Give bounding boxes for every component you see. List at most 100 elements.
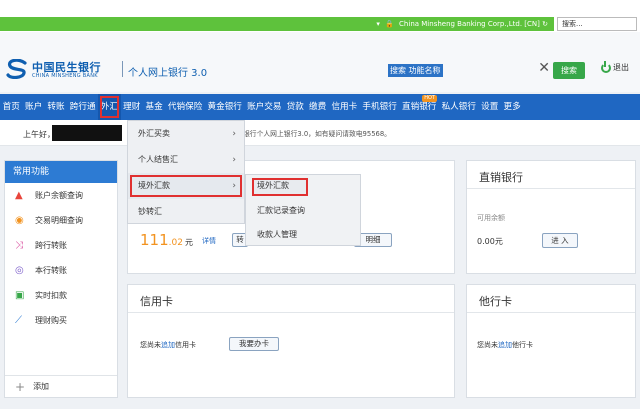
product-name: 个人网上银行 3.0 — [128, 68, 208, 79]
minsheng-logo-icon — [6, 59, 27, 79]
nav-item-6[interactable]: 基金 — [143, 94, 165, 120]
nav-item-10[interactable]: 贷款 — [284, 94, 306, 120]
balance-value: 0.00元 — [477, 237, 503, 246]
nav-item-label: 直销银行 — [402, 102, 437, 112]
sidebar-item-label: 账户余额查询 — [35, 191, 83, 200]
dropdown-item-1[interactable]: 个人结售汇 › — [128, 147, 244, 173]
cross-bank-transfer-icon: ⤨ — [15, 240, 23, 251]
address-text: China Minsheng Banking Corp.,Ltd. [CN] — [399, 20, 540, 28]
nav-item-4[interactable]: 外汇 — [98, 94, 121, 120]
nav-item-label: 信用卡 — [331, 102, 358, 112]
sidebar-item-3[interactable]: ◎ 本行转账 — [5, 258, 117, 283]
nav-item-label: 转账 — [47, 102, 65, 112]
amount-dec: .02 — [168, 238, 183, 248]
chevron-right-icon: › — [232, 129, 236, 139]
logo-divider — [122, 61, 123, 77]
nav-item-17[interactable]: 更多 — [501, 94, 523, 120]
detail-link[interactable]: 详情 — [202, 236, 216, 246]
close-icon[interactable]: ✕ — [538, 60, 550, 76]
reload-icon[interactable]: ↻ — [542, 20, 548, 28]
search-input[interactable]: 搜索 功能名称 ✕ — [386, 60, 550, 79]
dropdown-item-label: 外汇买卖 — [138, 129, 170, 138]
nav-item-7[interactable]: 代销保险 — [165, 94, 205, 120]
text-prefix: 您尚未 — [477, 341, 498, 349]
nav-item-3[interactable]: 跨行通 — [67, 94, 98, 120]
apply-card-button[interactable]: 我要办卡 — [229, 337, 279, 351]
browser-search-input[interactable]: 搜索... — [557, 17, 637, 31]
sidebar-item-5[interactable]: ⟋ 理财购买 — [5, 308, 117, 333]
overseas-remit-submenu: 境外汇款汇款记录查询 收款人管理 — [245, 174, 361, 246]
site-header: 中国民生银行 CHINA MINSHENG BANK 个人网上银行 3.0 搜索… — [0, 32, 640, 92]
nav-item-0[interactable]: 首页 — [0, 94, 22, 120]
other-bank-title: 他行卡 — [479, 295, 512, 308]
plus-icon: + — [15, 379, 26, 394]
nav-item-label: 代销保险 — [167, 102, 203, 112]
forex-dropdown-menu: 外汇买卖 › 个人结售汇 › 境外汇款 › 钞转汇 — [127, 120, 245, 224]
submenu-item-2[interactable]: 收款人管理 — [246, 223, 360, 247]
address-bar[interactable]: ▾ 🔒 China Minsheng Banking Corp.,Ltd. [C… — [0, 17, 554, 31]
browser-chrome: ▾ 🔒 China Minsheng Banking Corp.,Ltd. [C… — [0, 0, 640, 32]
greeting-text: 上午好， — [23, 130, 55, 139]
nav-item-11[interactable]: 缴费 — [306, 94, 328, 120]
add-other-card-link[interactable]: 追加 — [498, 341, 512, 349]
realtime-debit-icon: ▣ — [15, 290, 25, 301]
nav-item-label: 基金 — [145, 102, 163, 112]
add-credit-card-link[interactable]: 追加 — [161, 341, 175, 349]
other-bank-panel: 他行卡 您尚未追加他行卡 — [466, 284, 636, 398]
sidebar-item-4[interactable]: ▣ 实时扣款 — [5, 283, 117, 308]
dropdown-item-3[interactable]: 钞转汇 — [128, 199, 244, 225]
dropdown-item-2[interactable]: 境外汇款 › — [128, 173, 244, 199]
nav-item-15[interactable]: 私人银行 — [439, 94, 479, 120]
amount-unit: 元 — [184, 238, 193, 247]
main-nav: 首页 账户 转账 跨行通 外汇 理财 基金 代销保险 黄金银行 账户交易 贷款 缴费 信用卡 手机银行 直销… — [0, 94, 640, 120]
nav-item-14[interactable]: 直销银行 HOT — [399, 94, 439, 120]
nav-item-label: 更多 — [503, 102, 521, 112]
nav-item-label: 首页 — [2, 102, 20, 112]
text-prefix: 您尚未 — [140, 341, 161, 349]
nav-item-label: 黄金银行 — [207, 102, 242, 112]
nav-item-13[interactable]: 手机银行 — [360, 94, 400, 120]
dropdown-arrow-icon[interactable]: ▾ — [376, 20, 380, 28]
other-bank-text: 您尚未追加他行卡 — [477, 340, 533, 350]
nav-item-16[interactable]: 设置 — [479, 94, 501, 120]
dropdown-item-label: 个人结售汇 — [138, 155, 178, 164]
sidebar-item-0[interactable]: ▲ 账户余额查询 — [5, 183, 117, 208]
lock-icon: 🔒 — [385, 20, 394, 28]
submenu-item-0[interactable]: 境外汇款 — [252, 178, 308, 196]
nav-item-5[interactable]: 理财 — [121, 94, 143, 120]
credit-card-text: 您尚未追加信用卡 — [140, 340, 196, 350]
nav-item-label: 贷款 — [286, 102, 304, 112]
redacted-username — [52, 125, 122, 141]
nav-item-1[interactable]: 账户 — [22, 94, 44, 120]
submenu-item-1[interactable]: 汇款记录查询 — [246, 199, 360, 223]
nav-item-label: 账户 — [24, 102, 43, 112]
nav-item-8[interactable]: 黄金银行 — [205, 94, 245, 120]
divider — [467, 188, 635, 189]
sidebar-item-2[interactable]: ⤨ 跨行转账 — [5, 233, 117, 258]
sidebar-item-label: 本行转账 — [35, 266, 67, 275]
nav-item-label: 缴费 — [309, 102, 327, 112]
divider — [128, 312, 454, 313]
nav-item-label: 设置 — [481, 102, 499, 112]
sidebar: 常用功能 ▲ 账户余额查询 ◉ 交易明细查询 ⤨ 跨行转账 ◎ 本行转账 ▣ 实时扣款 ⟋ 理财购买 … — [4, 160, 118, 398]
sidebar-item-label: 跨行转账 — [35, 241, 67, 250]
search-input-value: 搜索 功能名称 — [388, 64, 443, 77]
search-button[interactable]: 搜索 — [553, 62, 585, 79]
sidebar-item-1[interactable]: ◉ 交易明细查询 — [5, 208, 117, 233]
nav-item-2[interactable]: 转账 — [45, 94, 67, 120]
balance-label: 可用余额 — [477, 214, 505, 222]
wealth-chart-icon: ⟋ — [15, 315, 22, 326]
dropdown-item-0[interactable]: 外汇买卖 › — [128, 121, 244, 147]
logout-button[interactable]: 退出 — [601, 60, 629, 73]
text-suffix: 信用卡 — [175, 341, 196, 349]
enter-button[interactable]: 进 入 — [542, 233, 578, 248]
chevron-right-icon: › — [232, 155, 236, 165]
dropdown-item-label: 钞转汇 — [138, 207, 162, 216]
notice-text: 银行个人网上银行3.0，如有疑问请致电95568。 — [243, 130, 391, 138]
nav-item-label: 手机银行 — [362, 102, 397, 112]
nav-item-label: 理财 — [123, 102, 141, 112]
nav-item-9[interactable]: 账户交易 — [244, 94, 284, 120]
nav-item-12[interactable]: 信用卡 — [329, 94, 360, 120]
add-shortcut-button[interactable]: + 添加 — [5, 375, 117, 397]
credit-card-panel: 信用卡 您尚未追加信用卡 我要办卡 — [127, 284, 455, 398]
